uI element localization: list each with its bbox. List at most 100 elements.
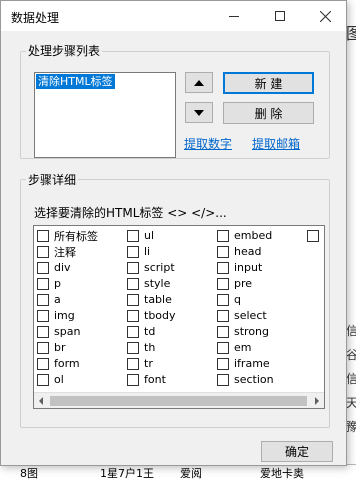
checkbox-icon bbox=[217, 373, 229, 386]
checkbox-icon bbox=[127, 229, 139, 242]
tag-checkbox[interactable]: iframe bbox=[217, 356, 270, 371]
minimize-button[interactable] bbox=[211, 1, 257, 31]
extract-numbers-link[interactable]: 提取数字 bbox=[184, 135, 232, 152]
tag-checkbox[interactable]: div bbox=[37, 260, 71, 275]
minimize-icon bbox=[229, 15, 239, 17]
checkbox-icon bbox=[127, 373, 139, 386]
move-down-button[interactable] bbox=[185, 102, 213, 123]
tag-checkbox[interactable]: ul bbox=[127, 228, 154, 243]
tag-checkbox-label: 注释 bbox=[54, 245, 76, 259]
tag-checkbox[interactable]: a bbox=[37, 292, 61, 307]
tag-checkbox-label: span bbox=[54, 325, 81, 338]
tag-checkbox-label: br bbox=[54, 341, 66, 354]
maximize-icon bbox=[275, 11, 285, 21]
checkbox-icon bbox=[217, 341, 229, 354]
new-button[interactable]: 新 建 bbox=[223, 72, 314, 94]
tag-checkbox[interactable]: em bbox=[217, 340, 251, 355]
scroll-left-icon[interactable] bbox=[39, 397, 43, 405]
tag-checkbox[interactable]: font bbox=[127, 372, 166, 387]
tag-checkbox[interactable]: table bbox=[127, 292, 172, 307]
tag-checkbox[interactable]: embed bbox=[217, 228, 272, 243]
checkbox-icon bbox=[127, 277, 139, 290]
tag-checkbox-label: select bbox=[234, 309, 267, 322]
tag-checkbox-label: iframe bbox=[234, 357, 270, 370]
tag-checkbox[interactable]: head bbox=[217, 244, 261, 259]
horizontal-scrollbar[interactable] bbox=[34, 392, 324, 408]
checkbox-icon bbox=[217, 357, 229, 370]
dialog-title: 数据处理 bbox=[11, 11, 60, 25]
checkbox-icon bbox=[37, 229, 49, 242]
tag-checkbox[interactable]: ol bbox=[37, 372, 64, 387]
background-text: 豫 bbox=[346, 420, 356, 434]
tag-checkbox[interactable]: input bbox=[217, 260, 262, 275]
instruction-text: 选择要清除的HTML标签 <> </>... bbox=[34, 206, 227, 220]
checkbox-icon bbox=[127, 309, 139, 322]
arrow-down-icon bbox=[194, 109, 204, 116]
tag-checkbox[interactable]: style bbox=[127, 276, 170, 291]
tag-checkbox-label: div bbox=[54, 261, 71, 274]
list-item[interactable]: 清除HTML标签 bbox=[35, 73, 116, 90]
delete-button[interactable]: 删 除 bbox=[223, 102, 314, 124]
step-detail-group-label: 步骤详细 bbox=[26, 171, 79, 188]
tag-checkbox[interactable]: p bbox=[37, 276, 61, 291]
background-text: 1星7户1王 bbox=[100, 467, 154, 479]
tag-checkbox[interactable]: li bbox=[127, 244, 150, 259]
tag-checkbox-label: ul bbox=[144, 229, 155, 242]
tag-checkbox[interactable]: br bbox=[37, 340, 66, 355]
background-status-strip: 8图 1星7户1王 爱阅 爱地卡奥 bbox=[0, 464, 356, 479]
tag-checkbox-label: style bbox=[144, 277, 171, 290]
checkbox-icon bbox=[37, 357, 49, 370]
tag-checkbox[interactable]: q bbox=[217, 292, 241, 307]
tag-checkbox[interactable]: strong bbox=[217, 324, 269, 339]
tag-checkbox[interactable]: 所有标签 bbox=[37, 228, 98, 243]
tag-checkbox[interactable]: tr bbox=[127, 356, 153, 371]
ok-button[interactable]: 确定 bbox=[261, 441, 333, 462]
tag-checkbox-label: ol bbox=[54, 373, 64, 386]
checkbox-icon bbox=[37, 245, 49, 258]
tag-checkbox[interactable]: th bbox=[127, 340, 155, 355]
tag-checkbox[interactable]: span bbox=[37, 324, 80, 339]
tag-checkbox[interactable]: form bbox=[37, 356, 80, 371]
checkbox-icon bbox=[37, 341, 49, 354]
tag-checkbox-label: a bbox=[54, 293, 61, 306]
scrollbar-thumb[interactable] bbox=[50, 396, 307, 406]
tag-checkbox-label: th bbox=[144, 341, 156, 354]
steps-group-label: 处理步骤列表 bbox=[26, 42, 103, 59]
tag-checkbox[interactable]: td bbox=[127, 324, 155, 339]
checkbox-icon bbox=[307, 229, 319, 242]
title-bar[interactable]: 数据处理 bbox=[1, 1, 346, 31]
tag-checkbox-label: font bbox=[144, 373, 166, 386]
tag-checkbox[interactable]: tbody bbox=[127, 308, 176, 323]
tag-checkbox[interactable]: section bbox=[217, 372, 274, 387]
tag-checkbox-label: head bbox=[234, 245, 262, 258]
tag-checkbox[interactable]: script bbox=[127, 260, 175, 275]
scroll-right-icon[interactable] bbox=[315, 397, 319, 405]
arrow-up-icon bbox=[194, 79, 204, 86]
move-up-button[interactable] bbox=[185, 72, 213, 93]
checkbox-icon bbox=[37, 293, 49, 306]
tag-checkbox-label: script bbox=[144, 261, 175, 274]
checkbox-icon bbox=[217, 245, 229, 258]
steps-listbox[interactable]: 清除HTML标签 bbox=[34, 72, 176, 158]
tag-checkbox[interactable]: img bbox=[37, 308, 75, 323]
tag-checkbox[interactable]: 注释 bbox=[37, 244, 76, 259]
tag-checkbox[interactable]: select bbox=[217, 308, 267, 323]
checkbox-icon bbox=[217, 309, 229, 322]
tag-checkbox[interactable]: pre bbox=[217, 276, 252, 291]
checkbox-icon bbox=[127, 293, 139, 306]
extract-email-link[interactable]: 提取邮箱 bbox=[252, 135, 300, 152]
checkbox-icon bbox=[37, 373, 49, 386]
checkbox-icon bbox=[217, 229, 229, 242]
checkbox-icon bbox=[127, 245, 139, 258]
checkbox-icon bbox=[217, 325, 229, 338]
close-button[interactable] bbox=[302, 1, 348, 31]
tag-checkbox-label: section bbox=[234, 373, 274, 386]
maximize-button[interactable] bbox=[257, 1, 303, 31]
tag-checkbox-label: td bbox=[144, 325, 156, 338]
html-tags-checklist: 所有标签 ul embed 注释 li head div script input p style p… bbox=[33, 225, 325, 409]
tag-checkbox-label: tbody bbox=[144, 309, 176, 322]
close-icon bbox=[319, 10, 331, 22]
checkbox-icon bbox=[127, 325, 139, 338]
tag-checkbox-label: p bbox=[54, 277, 61, 290]
tag-checkbox-partial[interactable] bbox=[307, 228, 324, 243]
